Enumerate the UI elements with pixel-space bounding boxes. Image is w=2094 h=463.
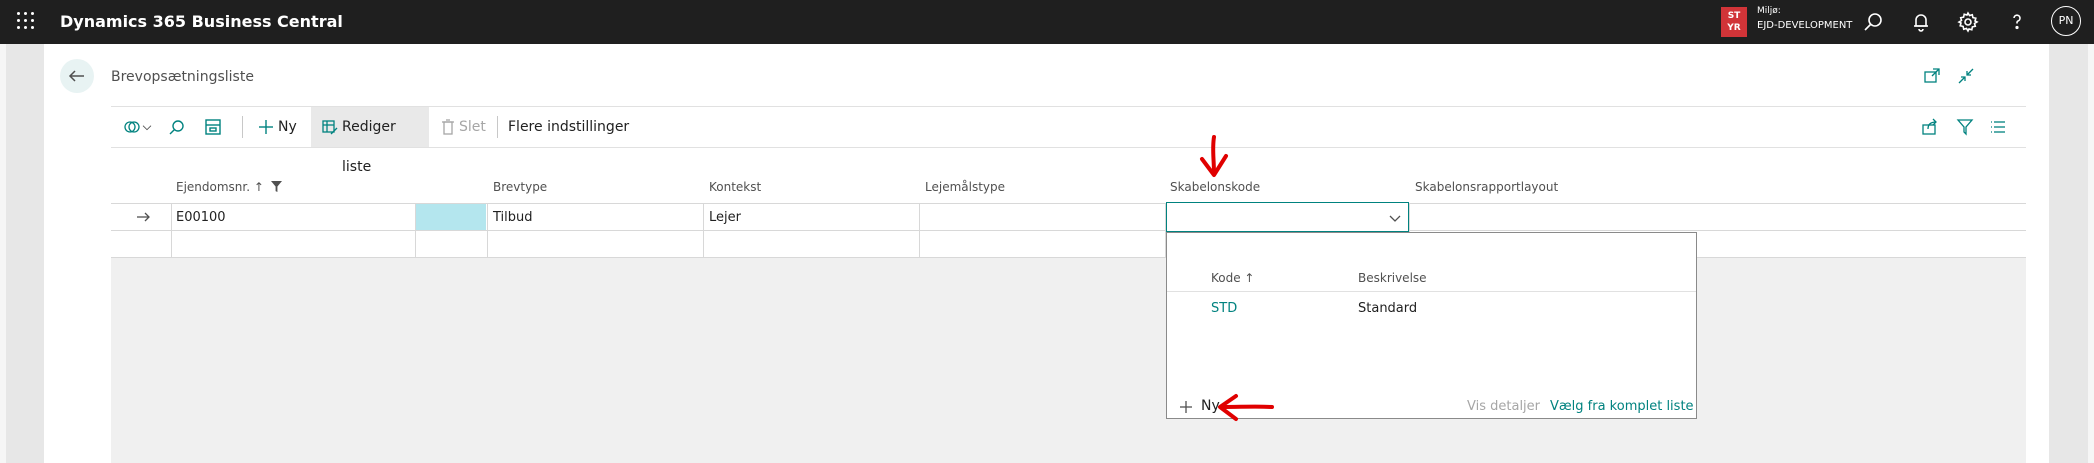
column-header-layout[interactable]: Skabelonsrapportlayout [1415,180,1558,194]
column-header-ejendomsnr[interactable]: Ejendomsnr. ↑ [176,180,282,194]
new-button-label: Ny [278,119,297,135]
arrow-left-icon [68,70,84,82]
column-header-kontekst[interactable]: Kontekst [709,180,761,194]
help-icon[interactable] [2005,10,2029,34]
cell-divider [487,231,488,257]
edit-list-icon [322,120,338,135]
cell-divider [1409,204,1410,230]
environment-label: Miljø: [1757,6,1781,16]
top-bar: Dynamics 365 Business Central ST YR Milj… [0,0,2094,44]
lookup-item-description[interactable]: Standard [1358,301,1417,316]
edit-list-button[interactable]: Rediger liste [311,107,429,175]
table-row[interactable] [111,230,2026,258]
column-header-lejemaalstype[interactable]: Lejemålstype [925,180,1005,194]
lookup-new-label: Ny [1201,398,1220,414]
share-button[interactable] [1919,107,1941,147]
page-gutter-right-outer [2088,44,2094,463]
new-button[interactable]: Ny [254,107,302,147]
env-badge-line2: YR [1727,23,1741,33]
search-icon [169,120,184,135]
edit-list-label: Rediger liste [342,119,396,175]
column-header-brevtype[interactable]: Brevtype [493,180,547,194]
chevron-down-icon[interactable] [1388,211,1402,225]
skabelonskode-dropdown[interactable] [1166,202,1409,232]
column-header-skabelonskode[interactable]: Skabelonskode [1170,180,1260,194]
select-full-list-link[interactable]: Vælg fra komplet liste [1550,399,1694,414]
separator [497,116,498,138]
environment-name: EJD-DEVELOPMENT [1757,20,1853,31]
actions-icon [124,121,140,133]
column-header-label: Ejendomsnr. ↑ [176,180,264,194]
separator [242,116,243,138]
lookup-new-button[interactable]: Ny [1179,398,1220,414]
bell-icon[interactable] [1909,10,1933,34]
list-icon [1991,121,2005,133]
gear-icon[interactable] [1956,10,1980,34]
open-new-window-icon[interactable] [1923,67,1941,85]
search-list-button[interactable] [165,107,189,147]
list-view-button[interactable] [1987,107,2009,147]
actions-menu-button[interactable] [123,107,159,147]
page-panel: Brevopsætningsliste Ny Rediger liste Sle… [44,44,2049,463]
divider [1167,291,1696,292]
action-bar: Ny Rediger liste Slet Flere indstillinge… [111,106,2026,175]
lookup-header-description[interactable]: Beskrivelse [1358,271,1427,285]
cell-divider [703,231,704,257]
lookup-popup: Kode ↑ Beskrivelse STD Standard Ny Vis d… [1166,232,1697,419]
table-row[interactable]: E00100 Tilbud Lejer [111,203,2026,231]
selected-cell[interactable] [416,204,486,230]
filter-icon [1956,119,1974,136]
view-details-link[interactable]: Vis detaljer [1467,399,1540,414]
cell-brevtype[interactable]: Tilbud [493,210,533,225]
delete-button[interactable]: Slet [437,107,487,147]
share-icon [1922,118,1937,135]
more-options-button[interactable]: Flere indstillinger [508,107,658,147]
app-title[interactable]: Dynamics 365 Business Central [60,12,343,31]
filter-button[interactable] [1954,107,1976,147]
layout-icon [205,119,221,135]
view-layout-button[interactable] [201,107,225,147]
cell-divider [171,231,172,257]
delete-button-label: Slet [459,119,486,135]
cell-kontekst[interactable]: Lejer [709,210,741,225]
cell-divider [919,231,920,257]
cell-ejendomsnr[interactable]: E00100 [176,210,226,225]
environment-badge: ST YR [1721,7,1747,37]
filter-icon [270,181,282,192]
chevron-down-icon [142,125,152,131]
more-options-label: Flere indstillinger [508,119,630,135]
avatar[interactable]: PN [2051,6,2081,36]
cell-divider [919,204,920,230]
waffle-icon[interactable] [17,12,37,32]
search-icon[interactable] [1862,10,1886,34]
page-title: Brevopsætningsliste [111,69,254,85]
plus-icon [1180,401,1192,413]
arrow-right-icon [137,212,150,222]
lookup-header-code[interactable]: Kode ↑ [1211,271,1254,285]
back-button[interactable] [60,59,94,93]
trash-icon [442,119,454,135]
cell-divider [171,204,172,230]
cell-divider [487,204,488,230]
lookup-item-code[interactable]: STD [1211,301,1237,316]
page-gutter-left-inner [6,44,44,463]
cell-divider [703,204,704,230]
plus-icon [259,120,273,134]
collapse-icon[interactable] [1957,67,1975,85]
env-badge-line1: ST [1727,11,1741,21]
cell-divider [415,231,416,257]
